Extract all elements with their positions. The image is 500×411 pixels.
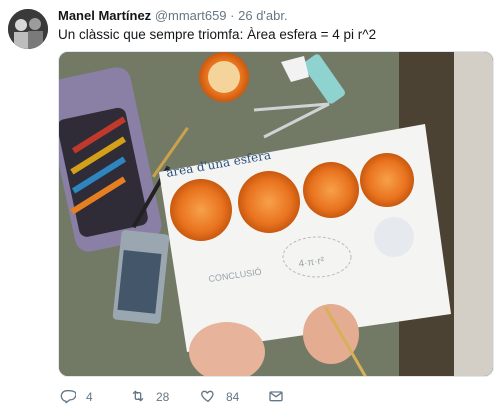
reply-count: 4 [86,390,93,404]
retweet-count: 28 [156,390,170,404]
separator: · [230,8,235,23]
retweet-button[interactable]: 28 [130,386,169,408]
direct-message-button[interactable] [268,386,294,408]
retweet-icon [130,388,146,407]
author-name[interactable]: Manel Martínez [58,8,151,23]
tweet-date[interactable]: 26 d'abr. [238,8,287,23]
tweet-header: Manel Martínez @mmart659 · 26 d'abr. [58,8,288,24]
author-handle[interactable]: @mmart659 [155,8,227,23]
tweet-photo[interactable]: àrea d'una esfera CONCLUSIÓ 4·π·r² [58,51,494,377]
heart-icon [200,388,216,407]
avatar[interactable] [8,9,48,49]
reply-button[interactable]: 4 [60,386,93,408]
tweet-text: Un clàssic que sempre triomfa: Àrea esfe… [58,27,377,42]
reply-icon [60,388,77,407]
tweet-actions: 4 28 84 [58,386,488,408]
tweet: Manel Martínez @mmart659 · 26 d'abr. Un … [0,0,500,411]
envelope-icon [268,388,284,407]
like-button[interactable]: 84 [200,386,239,408]
like-count: 84 [226,390,240,404]
